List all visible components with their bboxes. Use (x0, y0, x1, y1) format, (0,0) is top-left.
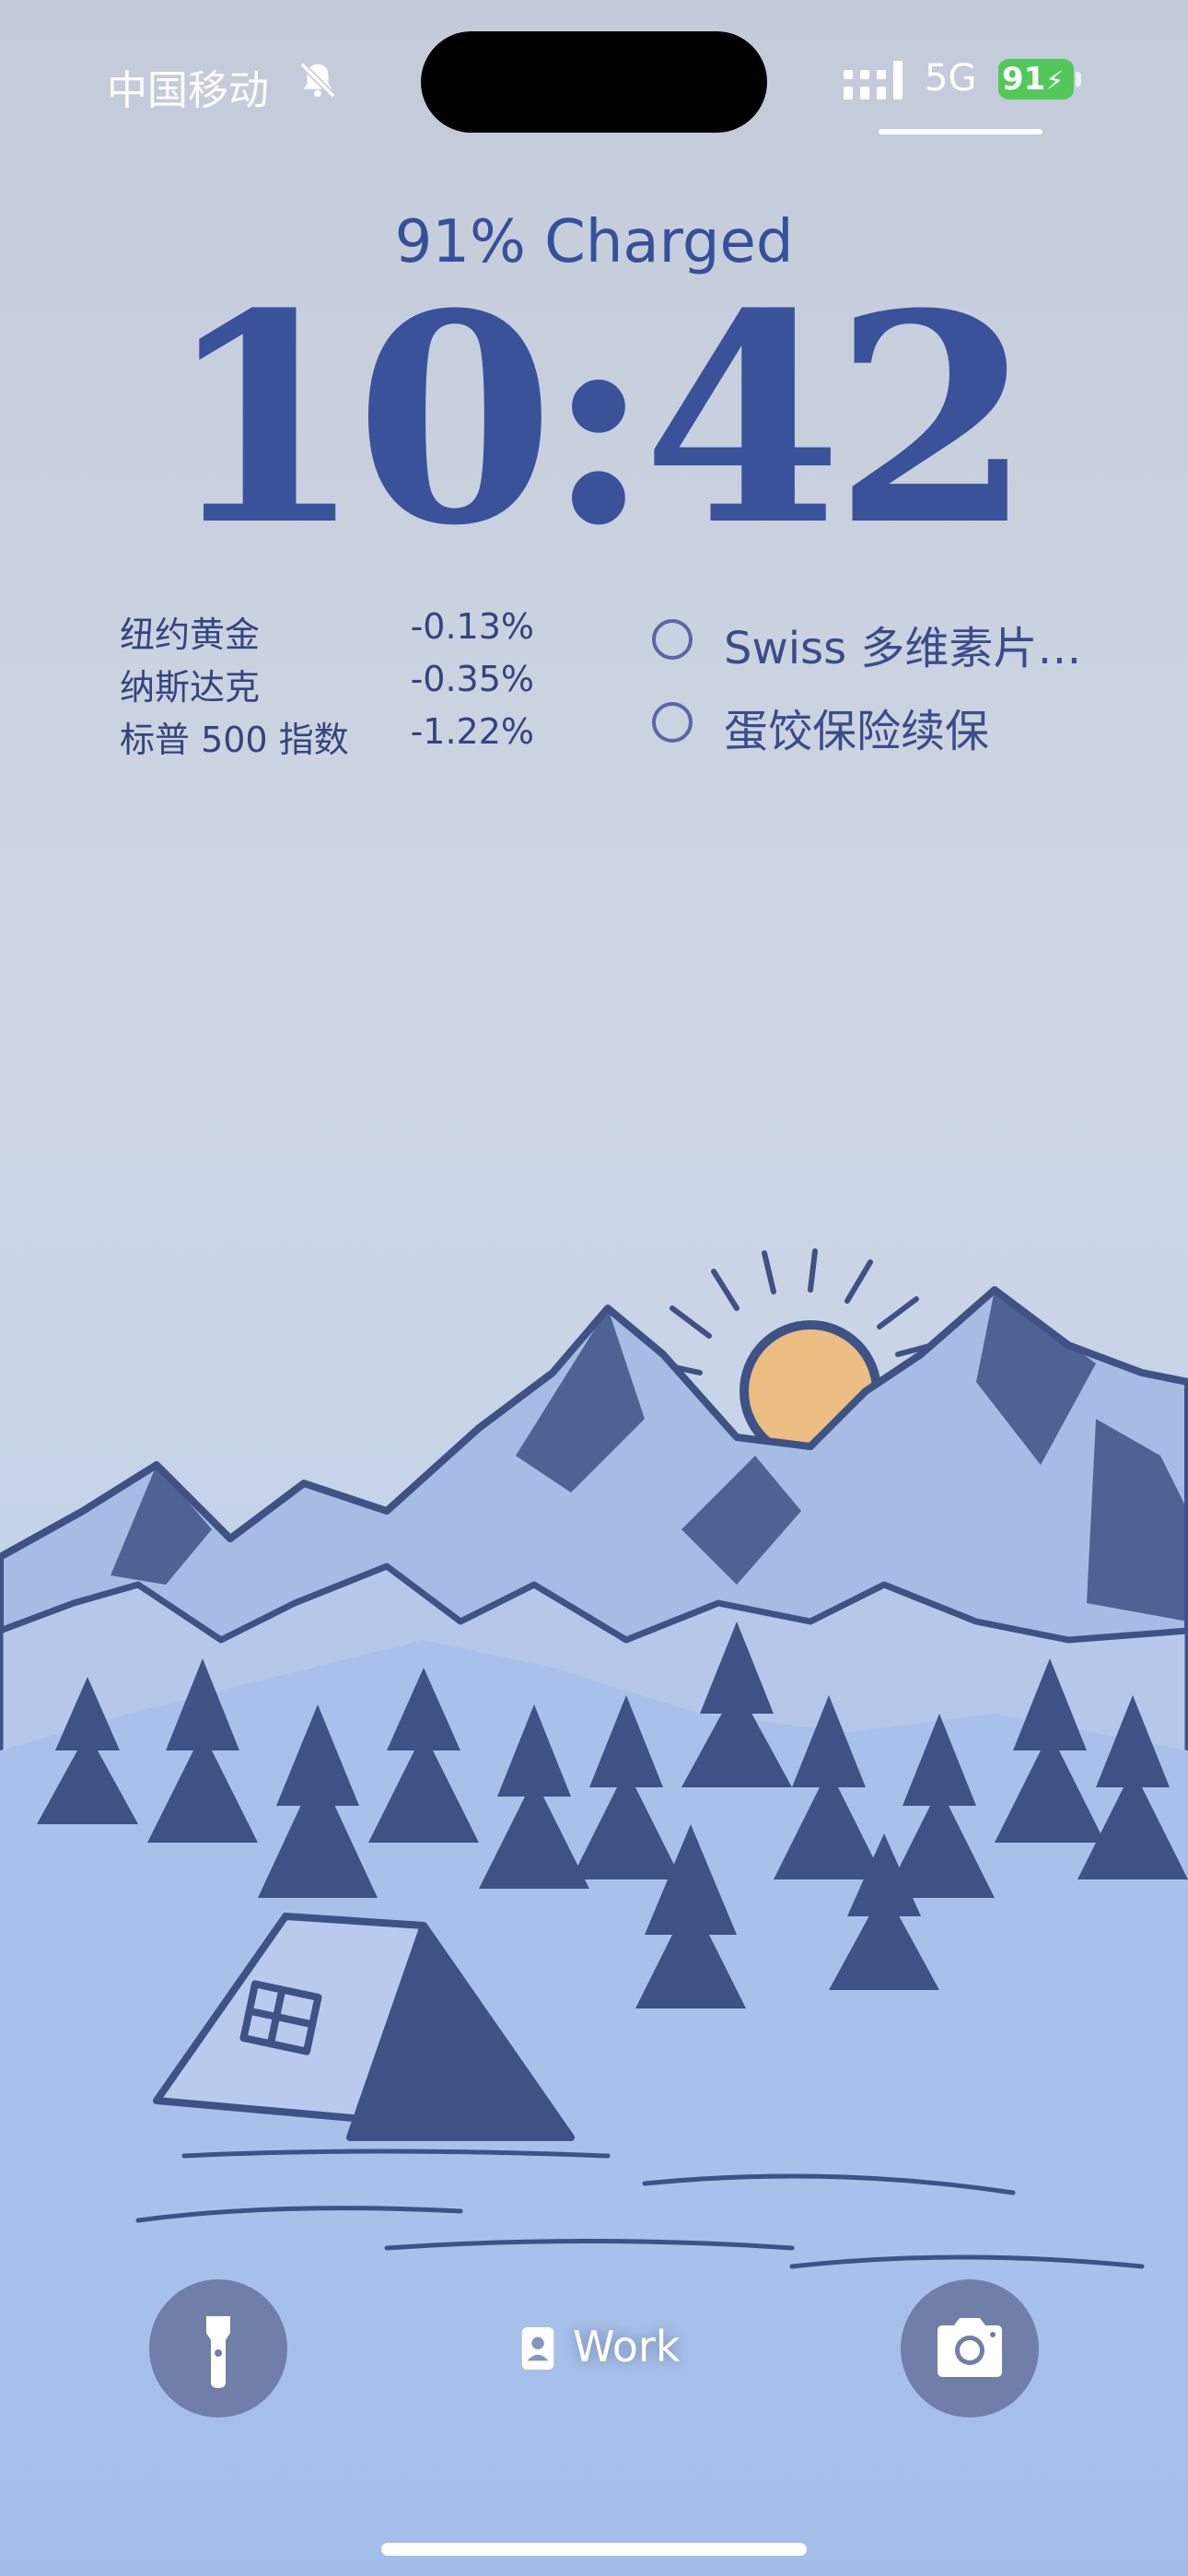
camera-icon (938, 2318, 1002, 2377)
reminder-checkbox (652, 702, 693, 743)
stock-row: 标普 500 指数 -1.22% (120, 711, 534, 764)
camera-button[interactable] (901, 2279, 1039, 2418)
dynamic-island (421, 31, 767, 133)
battery-percentage: 91 (1002, 61, 1046, 98)
status-bar: 中国移动 5G 91⚡ (0, 0, 1188, 147)
stock-change: -0.35% (410, 659, 534, 699)
flashlight-icon (206, 2316, 230, 2388)
reminder-checkbox (652, 619, 693, 660)
reminders-widget[interactable]: Swiss 多维素片… 蛋饺保险续保 (648, 612, 1164, 778)
stock-name: 纽约黄金 (120, 615, 261, 655)
bolt-icon: ⚡ (1045, 65, 1064, 96)
stock-change: -0.13% (410, 606, 534, 647)
focus-mode-label: Work (573, 2322, 681, 2371)
stock-change: -1.22% (410, 711, 534, 752)
wallpaper-illustration (0, 1248, 1188, 2294)
home-indicator[interactable] (381, 2543, 807, 2556)
control-center-indicator[interactable] (879, 129, 1042, 135)
reminder-item: Swiss 多维素片… (648, 612, 1164, 695)
lock-clock[interactable]: 10:42 (0, 263, 1188, 577)
signal-bars-icon (844, 61, 903, 100)
battery-indicator: 91⚡ (998, 59, 1074, 100)
stock-row: 纽约黄金 -0.13% (120, 606, 534, 659)
carrier-name: 中国移动 (107, 67, 269, 114)
stocks-widget[interactable]: 纽约黄金 -0.13% 纳斯达克 -0.35% 标普 500 指数 -1.22% (120, 606, 534, 764)
network-type: 5G (925, 57, 977, 100)
stock-name: 纳斯达克 (120, 667, 261, 708)
person-badge-icon (521, 2327, 554, 2370)
reminder-text: Swiss 多维素片… (724, 623, 1082, 674)
battery-cap (1076, 72, 1081, 87)
stock-name: 标普 500 指数 (120, 720, 349, 760)
reminder-text: 蛋饺保险续保 (724, 706, 990, 757)
stock-row: 纳斯达克 -0.35% (120, 659, 534, 711)
flashlight-button[interactable] (149, 2279, 287, 2418)
bell-slash-icon (299, 62, 336, 99)
reminder-item: 蛋饺保险续保 (648, 695, 1164, 778)
